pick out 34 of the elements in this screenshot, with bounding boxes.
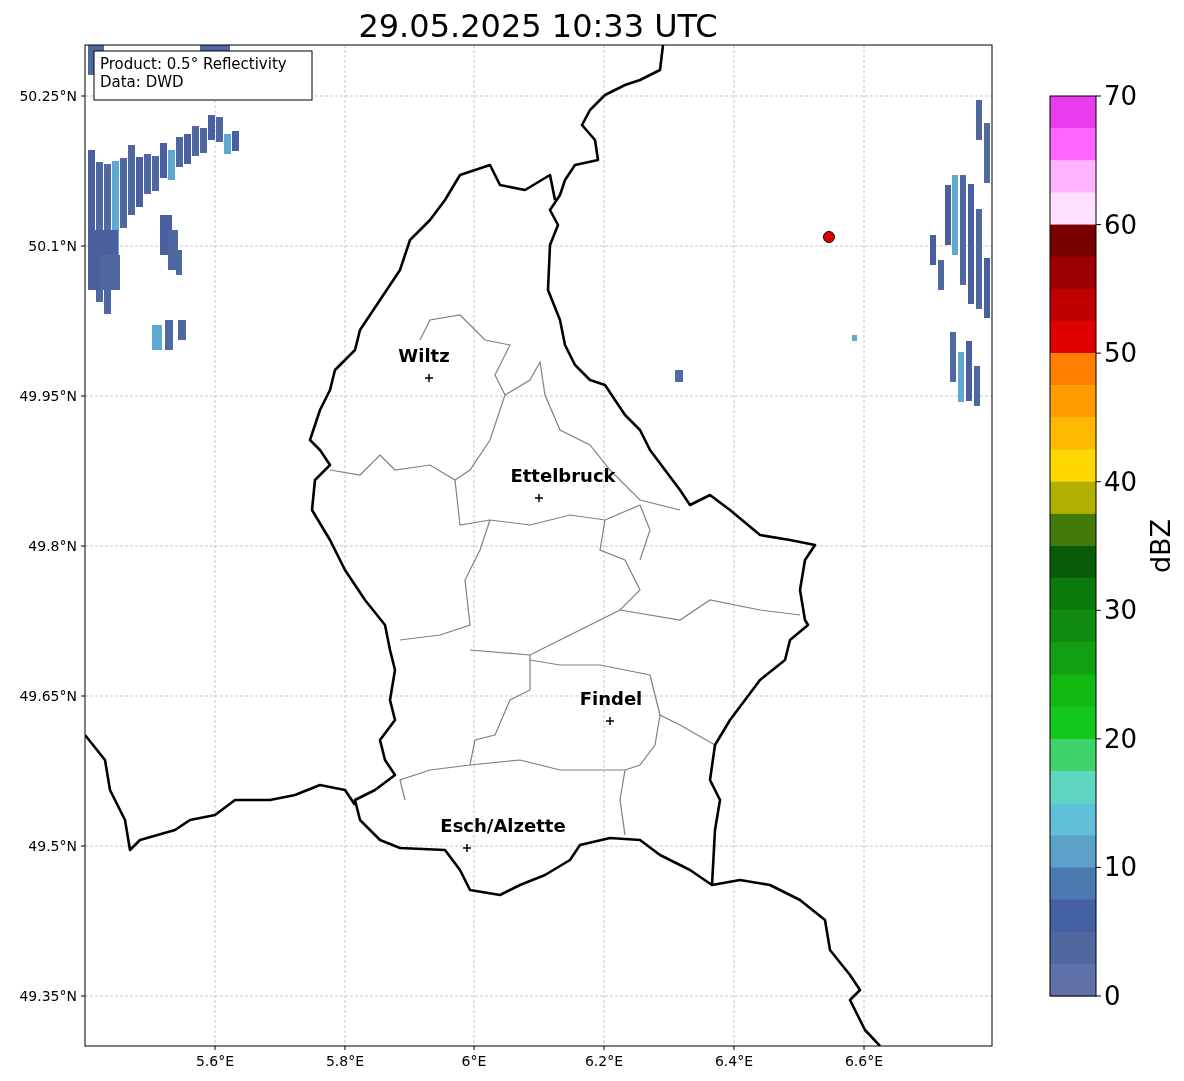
colorbar-tick-label: 10 (1104, 852, 1138, 883)
longitude-label: 6.2°E (584, 1053, 624, 1069)
colorbar-tick-label: 30 (1104, 595, 1138, 626)
colorbar-tick-label: 50 (1104, 338, 1138, 369)
latitude-label: 49.5°N (28, 838, 77, 854)
colorbar-tick-label: 20 (1104, 723, 1138, 754)
info-text: Product: 0.5° Reflectivity (100, 55, 287, 73)
longitude-label: 6°E (461, 1053, 487, 1069)
city-label: Wiltz (398, 345, 450, 366)
city-label: Esch/Alzette (440, 815, 566, 836)
city-marker-icon (534, 493, 544, 503)
info-text: Data: DWD (100, 73, 184, 91)
colorbar-tick-label: 0 (1104, 981, 1121, 1011)
latitude-label: 49.8°N (28, 538, 77, 554)
latitude-label: 49.65°N (19, 688, 77, 704)
latitude-label: 50.1°N (28, 238, 77, 254)
location-marker-icon (823, 231, 835, 243)
latitude-label: 50.25°N (19, 88, 77, 104)
city-marker-icon (605, 716, 615, 726)
longitude-label: 5.6°E (195, 1053, 235, 1069)
latitude-label: 49.95°N (19, 388, 77, 404)
city-marker-icon (462, 843, 472, 853)
longitude-label: 6.6°E (844, 1053, 884, 1069)
latitude-label: 49.35°N (19, 988, 77, 1004)
map-title: 29.05.2025 10:33 UTC (358, 7, 718, 45)
colorbar-tick-label: 60 (1104, 209, 1138, 240)
colorbar-tick-label: 70 (1104, 81, 1138, 111)
longitude-label: 6.4°E (714, 1053, 754, 1069)
city-label: Findel (579, 688, 643, 709)
colorbar-label: dBZ (1145, 518, 1176, 574)
longitude-label: 5.8°E (325, 1053, 365, 1069)
city-marker-icon (424, 373, 434, 383)
city-label: Ettelbruck (510, 465, 616, 486)
colorbar-tick-label: 40 (1104, 466, 1138, 497)
